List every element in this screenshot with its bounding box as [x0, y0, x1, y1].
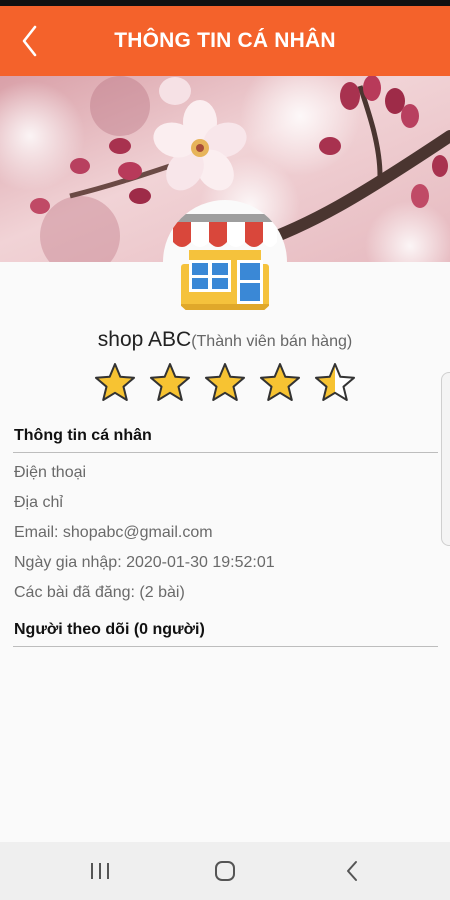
- recent-apps-button[interactable]: [70, 842, 130, 900]
- page-title: THÔNG TIN CÁ NHÂN: [114, 29, 336, 52]
- side-scroll-handle[interactable]: [441, 372, 450, 546]
- divider: [13, 452, 438, 453]
- divider: [13, 646, 438, 647]
- followers-title[interactable]: Người theo dõi (0 người): [14, 621, 205, 639]
- home-button[interactable]: [195, 842, 255, 900]
- back-icon: [347, 861, 357, 881]
- chevron-left-icon: [22, 25, 37, 57]
- star-full-icon: [260, 363, 300, 401]
- join-date-line: Ngày gia nhập: 2020-01-30 19:52:01: [14, 554, 275, 571]
- recent-apps-icon: [91, 863, 109, 879]
- phone-label: Điện thoại: [14, 464, 87, 481]
- home-icon: [215, 861, 235, 881]
- shop-name: shop ABC: [97, 328, 192, 351]
- star-full-icon: [205, 363, 245, 401]
- back-button[interactable]: [14, 24, 44, 58]
- star-half-icon: [315, 363, 355, 401]
- email-line: Email: shopabc@gmail.com: [14, 524, 213, 541]
- shop-heading: shop ABC(Thành viên bán hàng): [0, 328, 450, 352]
- rating-stars: [94, 362, 356, 406]
- shop-role: (Thành viên bán hàng): [191, 333, 353, 350]
- system-nav-bar: [0, 842, 450, 900]
- address-label: Địa chỉ: [14, 494, 63, 511]
- personal-info-title: Thông tin cá nhân: [14, 427, 152, 444]
- system-back-button[interactable]: [322, 842, 382, 900]
- star-full-icon: [150, 363, 190, 401]
- star-full-icon: [95, 363, 135, 401]
- avatar: [163, 200, 287, 324]
- store-icon: [173, 214, 277, 310]
- app-bar: THÔNG TIN CÁ NHÂN: [0, 6, 450, 76]
- posts-line: Các bài đã đăng: (2 bài): [14, 584, 185, 601]
